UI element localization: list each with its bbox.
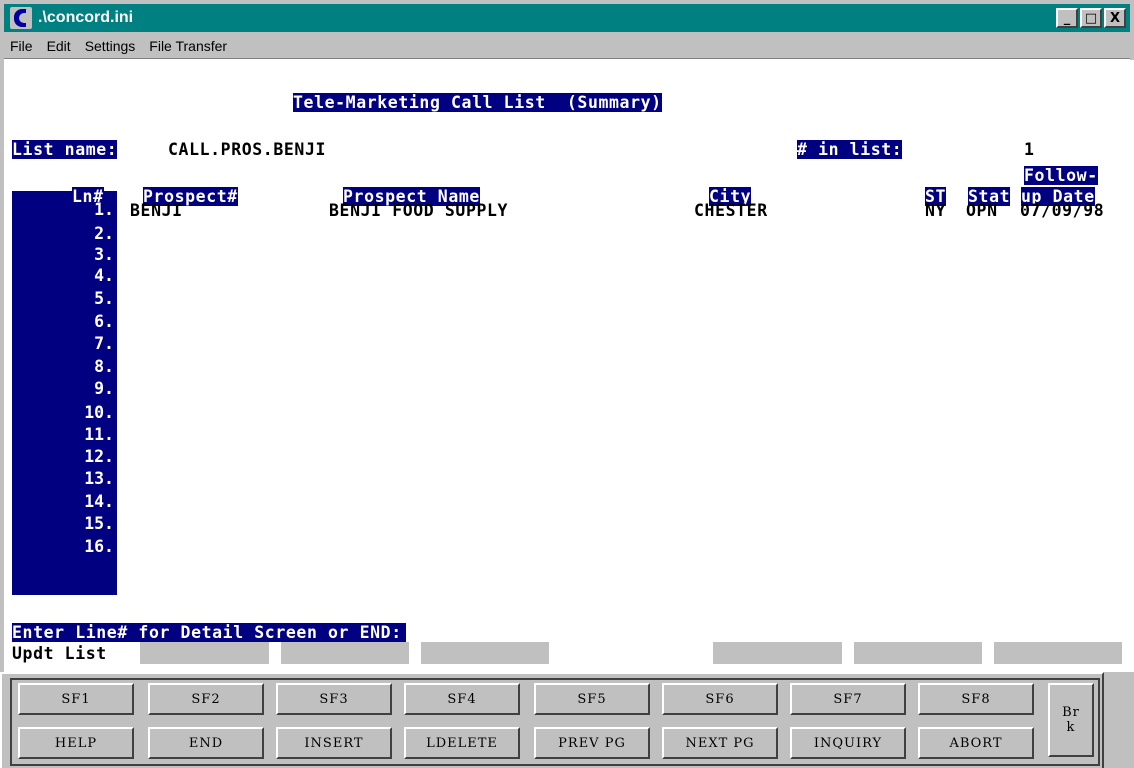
line-number[interactable]: 11. (12, 425, 117, 444)
line-number[interactable]: 5. (12, 289, 117, 308)
app-icon (10, 7, 32, 29)
row-city: CHESTER (694, 201, 768, 220)
sf5-key[interactable]: SF5 (534, 683, 650, 715)
command-prompt[interactable]: Enter Line# for Detail Screen or END: (12, 623, 406, 642)
line-number[interactable]: 8. (12, 357, 117, 376)
line-number[interactable]: 15. (12, 514, 117, 533)
row-date: 07/09/98 (1020, 201, 1105, 220)
line-number[interactable]: 10. (12, 403, 117, 422)
line-number[interactable]: 12. (12, 447, 117, 466)
mode-label: Updt List (12, 644, 107, 663)
maximize-button[interactable]: □ (1080, 8, 1102, 28)
list-name-label: List name: (12, 140, 118, 159)
ldelete-key[interactable]: LDELETE (404, 727, 520, 759)
list-name-value: CALL.PROS.BENJI (168, 140, 327, 159)
line-number[interactable]: 16. (12, 537, 117, 556)
menu-edit[interactable]: Edit (47, 38, 71, 54)
window-title: .\concord.ini (38, 9, 134, 26)
sf2-key[interactable]: SF2 (148, 683, 264, 715)
status-bar (12, 642, 1134, 664)
end-key[interactable]: END (148, 727, 264, 759)
count-value: 1 (1024, 140, 1035, 159)
sf6-key[interactable]: SF6 (662, 683, 778, 715)
followup-label: Follow- (1024, 166, 1098, 185)
prev-page-key[interactable]: PREV PG (534, 727, 650, 759)
break-key[interactable]: Br k (1048, 683, 1094, 757)
menu-file[interactable]: File (10, 38, 33, 54)
line-number[interactable]: 13. (12, 469, 117, 488)
inquiry-key[interactable]: INQUIRY (790, 727, 906, 759)
row-prospect-name: BENJI FOOD SUPPLY (329, 201, 509, 220)
sf8-key[interactable]: SF8 (918, 683, 1034, 715)
row-stat: OPN (966, 201, 998, 220)
sf3-key[interactable]: SF3 (276, 683, 392, 715)
next-page-key[interactable]: NEXT PG (662, 727, 778, 759)
sf4-key[interactable]: SF4 (404, 683, 520, 715)
break-key-label-1: Br (1062, 705, 1080, 720)
title-bar: .\concord.ini _ □ X (4, 4, 1130, 32)
line-number[interactable]: 2. (12, 224, 117, 243)
insert-key[interactable]: INSERT (276, 727, 392, 759)
sf1-key[interactable]: SF1 (18, 683, 134, 715)
help-key[interactable]: HELP (18, 727, 134, 759)
line-number[interactable]: 1. (12, 200, 117, 219)
menu-settings[interactable]: Settings (85, 38, 136, 54)
line-number[interactable]: 6. (12, 312, 117, 331)
row-prospect-no: BENJI (130, 201, 183, 220)
line-number[interactable]: 7. (12, 334, 117, 353)
minimize-button[interactable]: _ (1056, 8, 1078, 28)
count-label: # in list: (797, 140, 903, 159)
abort-key[interactable]: ABORT (918, 727, 1034, 759)
line-number[interactable]: 9. (12, 379, 117, 398)
sf7-key[interactable]: SF7 (790, 683, 906, 715)
terminal-window: .\concord.ini _ □ X File Edit Settings F… (0, 0, 1134, 768)
menu-file-transfer[interactable]: File Transfer (149, 38, 227, 54)
menu-bar: File Edit Settings File Transfer (4, 34, 1130, 58)
screen-heading: Tele-Marketing Call List (Summary) (293, 93, 662, 112)
break-key-label-2: k (1066, 720, 1076, 735)
close-button[interactable]: X (1104, 8, 1126, 28)
line-number[interactable]: 14. (12, 492, 117, 511)
line-number[interactable]: 3. (12, 245, 117, 264)
line-number[interactable]: 4. (12, 266, 117, 285)
row-st: NY (925, 201, 947, 220)
